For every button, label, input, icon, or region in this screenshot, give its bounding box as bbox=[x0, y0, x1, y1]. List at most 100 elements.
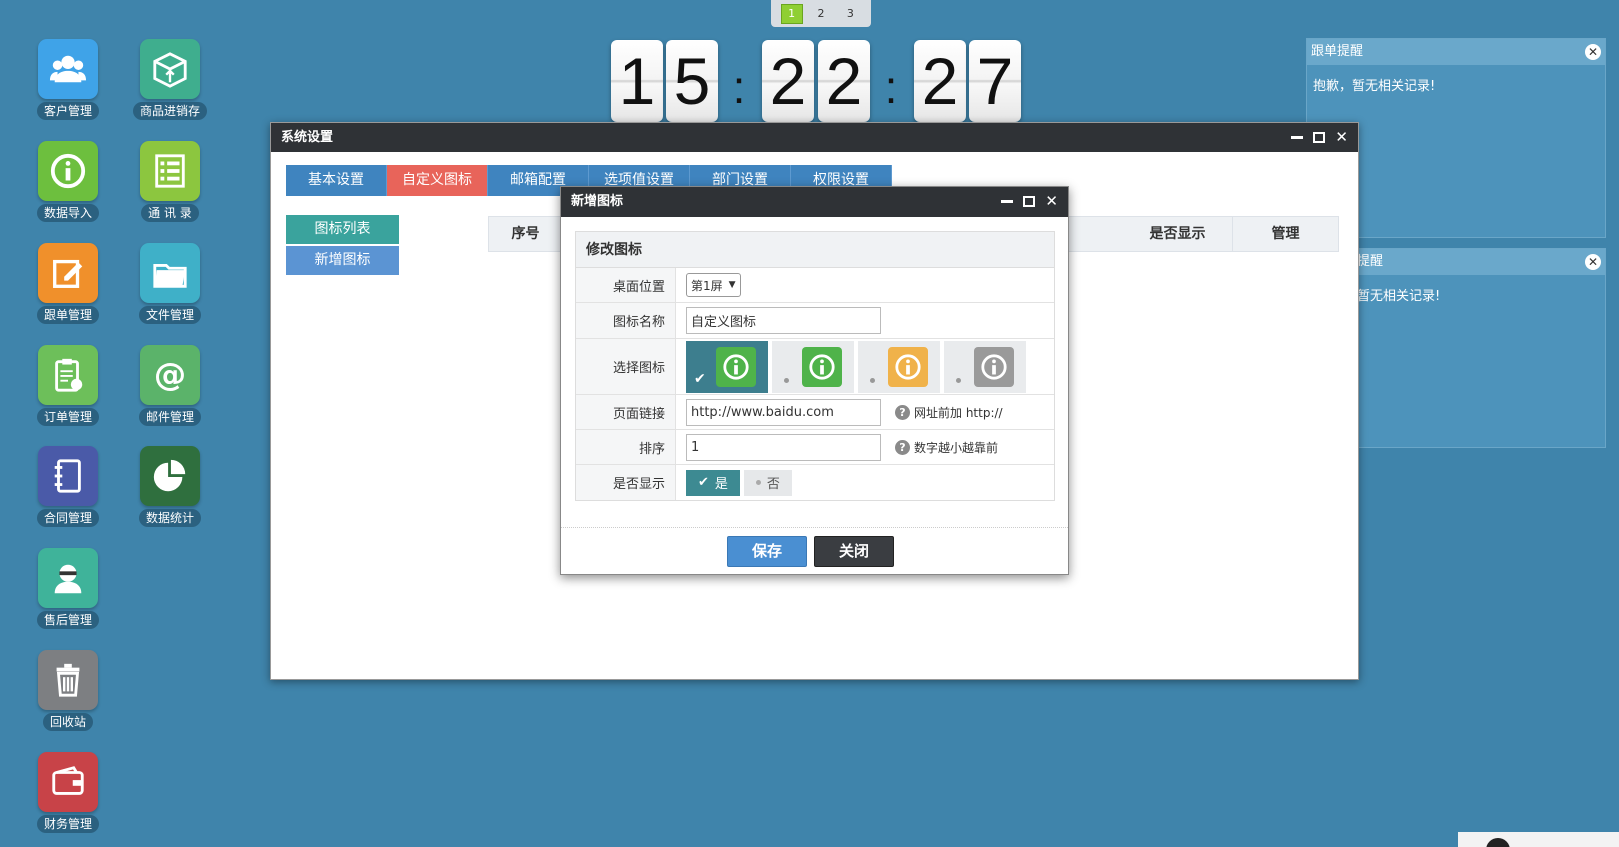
desktop-icon-customer[interactable]: 客户管理 bbox=[20, 39, 116, 120]
svg-text:@: @ bbox=[154, 356, 186, 393]
order-hint: ? 数字越小越靠前 bbox=[895, 439, 998, 456]
desktop-icon-follow[interactable]: 跟单管理 bbox=[20, 243, 116, 324]
check-icon: ✔ bbox=[698, 475, 709, 490]
screen-select-value: 第1屏 bbox=[691, 278, 723, 293]
icon-name-input[interactable] bbox=[686, 307, 881, 334]
desktop-icon-label: 数据统计 bbox=[138, 509, 201, 527]
close-button[interactable]: 关闭 bbox=[814, 536, 894, 567]
box-icon bbox=[140, 39, 200, 99]
desktop-icon-label: 文件管理 bbox=[138, 306, 201, 324]
notebook-icon bbox=[38, 446, 98, 506]
save-button[interactable]: 保存 bbox=[727, 536, 807, 567]
choose-icon-label: 选择图标 bbox=[576, 339, 676, 394]
yes-label: 是 bbox=[714, 477, 728, 492]
info-icon bbox=[716, 346, 756, 387]
name-label: 图标名称 bbox=[576, 303, 676, 338]
order-hint-text: 数字越小越靠前 bbox=[914, 440, 999, 455]
desktop-icon-contract[interactable]: 合同管理 bbox=[20, 446, 116, 527]
users-icon bbox=[38, 39, 98, 99]
desktop-icon-recycle-bin[interactable]: 回收站 bbox=[20, 650, 116, 731]
maximize-icon[interactable] bbox=[1313, 132, 1326, 143]
screen-3-button[interactable]: 3 bbox=[839, 4, 861, 24]
clock-hour-ones: 5 bbox=[666, 40, 718, 122]
show-yes-toggle[interactable]: ✔ 是 bbox=[686, 469, 740, 496]
desktop-icon-label: 订单管理 bbox=[36, 408, 99, 426]
info-icon bbox=[38, 141, 98, 201]
info-icon bbox=[888, 346, 928, 387]
edit-icon bbox=[38, 243, 98, 303]
clock-minute-tens: 2 bbox=[762, 40, 814, 122]
desktop-icon-label: 跟单管理 bbox=[36, 306, 99, 324]
screen-2-button[interactable]: 2 bbox=[810, 4, 832, 24]
info-icon bbox=[974, 346, 1014, 387]
icon-option-green[interactable] bbox=[772, 340, 854, 393]
add-icon-button[interactable]: 新增图标 bbox=[286, 246, 399, 275]
screen-select[interactable]: 第1屏 ▼ bbox=[686, 273, 741, 297]
screen-1-button[interactable]: 1 bbox=[780, 3, 803, 24]
desktop-icon-data-import[interactable]: 数据导入 bbox=[20, 141, 116, 222]
folder-icon bbox=[140, 243, 200, 303]
help-icon: ? bbox=[895, 404, 910, 420]
corner-widget bbox=[1458, 832, 1619, 847]
wallet-icon bbox=[38, 752, 98, 812]
notice-body: 抱歉，暂无相关记录! bbox=[1313, 79, 1436, 94]
close-icon[interactable]: ✕ bbox=[1585, 44, 1601, 60]
form-title: 修改图标 bbox=[576, 232, 1054, 268]
desktop-icon-files[interactable]: 文件管理 bbox=[122, 243, 218, 324]
desktop-icon-order[interactable]: 订单管理 bbox=[20, 345, 116, 426]
desktop-icon-label: 邮件管理 bbox=[138, 408, 201, 426]
desktop-icon-contacts[interactable]: 通 讯 录 bbox=[122, 141, 218, 222]
close-icon[interactable]: ✕ bbox=[1335, 130, 1348, 145]
no-label: 否 bbox=[766, 477, 780, 492]
desktop-icon-label: 客户管理 bbox=[36, 102, 99, 120]
column-header-manage: 管理 bbox=[1271, 226, 1300, 242]
icon-option-orange[interactable] bbox=[858, 340, 940, 393]
desktop-icon-finance[interactable]: 财务管理 bbox=[20, 752, 116, 833]
clock-separator: : bbox=[884, 61, 898, 113]
desktop-icon-label: 财务管理 bbox=[36, 815, 99, 833]
new-icon-dialog: 新增图标 ✕ 修改图标 桌面位置 第1屏 ▼ 图标名称 选择图标 bbox=[560, 186, 1069, 575]
tab-custom-icons[interactable]: 自定义图标 bbox=[387, 165, 488, 196]
icon-option-gray[interactable] bbox=[944, 340, 1026, 393]
trash-icon bbox=[38, 650, 98, 710]
desktop-icon-mail[interactable]: @ 邮件管理 bbox=[122, 345, 218, 426]
clock-hour-tens: 1 bbox=[611, 40, 663, 122]
support-agent-icon bbox=[38, 548, 98, 608]
minimize-icon[interactable] bbox=[1001, 200, 1014, 203]
list-icon bbox=[140, 141, 200, 201]
clock-second-ones: 7 bbox=[969, 40, 1021, 122]
help-icon: ? bbox=[895, 439, 910, 455]
position-label: 桌面位置 bbox=[576, 268, 676, 302]
link-hint-text: 网址前加 http:// bbox=[914, 405, 1003, 420]
minimize-icon[interactable] bbox=[1291, 136, 1304, 139]
info-icon bbox=[802, 346, 842, 387]
close-icon[interactable]: ✕ bbox=[1045, 194, 1058, 209]
desktop-icon-label: 回收站 bbox=[42, 713, 93, 731]
tab-basic-settings[interactable]: 基本设置 bbox=[286, 165, 387, 196]
page-link-input[interactable] bbox=[686, 398, 881, 426]
dialog-divider bbox=[561, 527, 1068, 528]
maximize-icon[interactable] bbox=[1023, 196, 1036, 207]
order-label: 排序 bbox=[576, 430, 676, 464]
desktop-icon-label: 合同管理 bbox=[36, 509, 99, 527]
clipboard-icon bbox=[38, 345, 98, 405]
icon-list-button[interactable]: 图标列表 bbox=[286, 215, 399, 244]
clock-minute-ones: 2 bbox=[818, 40, 870, 122]
link-hint: ? 网址前加 http:// bbox=[895, 404, 1003, 421]
column-header-visible: 是否显示 bbox=[1123, 217, 1233, 251]
dialog-title: 新增图标 bbox=[571, 194, 624, 209]
show-no-toggle[interactable]: 否 bbox=[743, 469, 792, 496]
desktop-icon-label: 通 讯 录 bbox=[141, 204, 199, 222]
chevron-down-icon: ▼ bbox=[728, 280, 736, 290]
at-icon: @ bbox=[140, 345, 200, 405]
order-input[interactable] bbox=[686, 433, 881, 461]
clock-second-tens: 2 bbox=[914, 40, 966, 122]
desktop-icon-inventory[interactable]: 商品进销存 bbox=[122, 39, 218, 120]
icon-option-green-selected[interactable]: ✔ bbox=[686, 340, 768, 393]
check-icon: ✔ bbox=[694, 370, 706, 387]
desktop-icon-after-sales[interactable]: 售后管理 bbox=[20, 548, 116, 629]
notice-title: 提醒 bbox=[1357, 254, 1384, 269]
desktop-icon-statistics[interactable]: 数据统计 bbox=[122, 446, 218, 527]
side-menu: 图标列表 新增图标 bbox=[286, 215, 399, 277]
close-icon[interactable]: ✕ bbox=[1585, 254, 1601, 270]
